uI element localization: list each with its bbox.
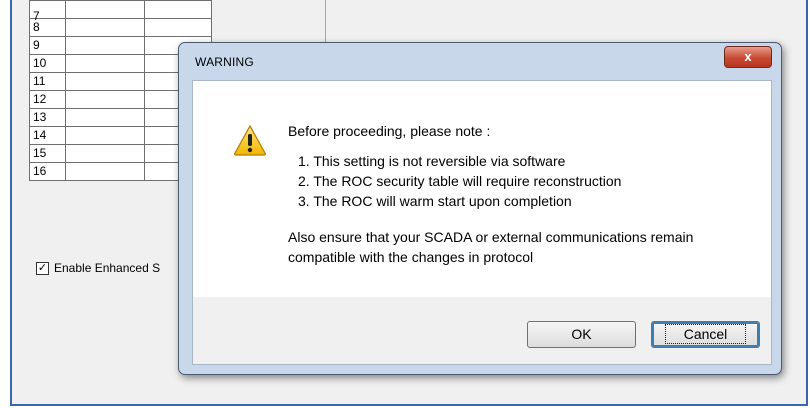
table-row: 8: [29, 18, 212, 37]
table-cell[interactable]: [144, 18, 212, 37]
dialog-message: Before proceeding, please note : 1. This…: [288, 121, 758, 267]
table-cell[interactable]: [65, 72, 145, 91]
warning-icon: [234, 124, 266, 156]
row-number: 15: [29, 144, 66, 163]
message-point: 3. The ROC will warm start upon completi…: [298, 193, 572, 209]
row-number: 16: [29, 162, 66, 181]
table-cell[interactable]: [144, 0, 212, 19]
dialog-body: Before proceeding, please note : 1. This…: [192, 80, 772, 298]
table-cell[interactable]: [65, 90, 145, 109]
row-number: 10: [29, 54, 66, 73]
table-cell[interactable]: [65, 162, 145, 181]
table-cell[interactable]: [65, 126, 145, 145]
row-number: 11: [29, 72, 66, 91]
row-number: 7: [29, 0, 66, 22]
table-cell[interactable]: [65, 144, 145, 163]
warning-dialog: WARNING x Before proceeding, please note…: [178, 42, 782, 375]
dialog-title: WARNING: [195, 55, 254, 69]
enable-enhanced-security-checkbox[interactable]: ✓ Enable Enhanced S: [36, 261, 160, 275]
checkbox-icon[interactable]: ✓: [36, 261, 49, 275]
row-number: 13: [29, 108, 66, 127]
table-cell[interactable]: [65, 36, 145, 55]
checkbox-label: Enable Enhanced S: [54, 261, 161, 275]
close-button[interactable]: x: [724, 46, 772, 68]
ok-button[interactable]: OK: [527, 321, 636, 348]
table-cell[interactable]: [65, 108, 145, 127]
cancel-button-label: Cancel: [664, 324, 747, 344]
table-row: 7: [29, 0, 212, 22]
cancel-button[interactable]: Cancel: [651, 321, 760, 348]
table-cell[interactable]: [65, 54, 145, 73]
message-outro: Also ensure that your SCADA or external …: [288, 229, 694, 265]
message-point: 1. This setting is not reversible via so…: [298, 153, 566, 169]
row-number: 12: [29, 90, 66, 109]
table-cell[interactable]: [65, 18, 145, 37]
message-point: 2. The ROC security table will require r…: [298, 173, 622, 189]
row-number: 8: [29, 18, 66, 37]
message-points: 1. This setting is not reversible via so…: [288, 151, 758, 211]
table-cell[interactable]: [65, 0, 145, 19]
message-intro: Before proceeding, please note :: [288, 123, 491, 139]
row-number: 14: [29, 126, 66, 145]
row-number: 9: [29, 36, 66, 55]
